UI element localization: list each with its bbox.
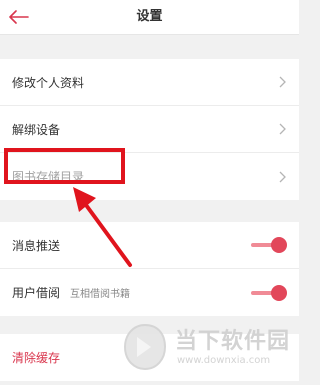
watermark-url: www.downxia.com: [177, 355, 271, 366]
unbind-device-item[interactable]: 解绑设备: [0, 106, 299, 153]
toggle-list: 消息推送 用户借阅 互相借阅书籍: [0, 222, 299, 316]
user-borrow-label: 用户借阅: [12, 286, 61, 300]
user-borrow-toggle[interactable]: [251, 284, 287, 301]
chevron-right-icon: [279, 76, 286, 88]
watermark: 当下软件园 www.downxia.com: [119, 317, 297, 377]
push-notification-toggle[interactable]: [251, 237, 287, 253]
push-notification-label: 消息推送: [12, 238, 61, 253]
edit-profile-item[interactable]: 修改个人资料: [0, 59, 299, 106]
user-borrow-row: 用户借阅 互相借阅书籍: [0, 269, 299, 316]
toggle-knob: [271, 284, 287, 301]
page-title: 设置: [136, 9, 163, 24]
top-bar: 设置: [0, 0, 299, 35]
watermark-logo-icon: [123, 323, 167, 371]
highlight-box: [4, 148, 125, 184]
watermark-name: 当下软件园: [175, 329, 291, 354]
user-borrow-description: 互相借阅书籍: [70, 289, 131, 300]
chevron-right-icon: [279, 171, 286, 182]
clear-cache-label: 清除缓存: [12, 351, 61, 365]
unbind-device-label: 解绑设备: [12, 122, 61, 137]
push-notification-row: 消息推送: [0, 222, 299, 269]
chevron-right-icon: [279, 123, 286, 135]
toggle-knob: [271, 237, 287, 253]
edit-profile-label: 修改个人资料: [12, 75, 85, 90]
